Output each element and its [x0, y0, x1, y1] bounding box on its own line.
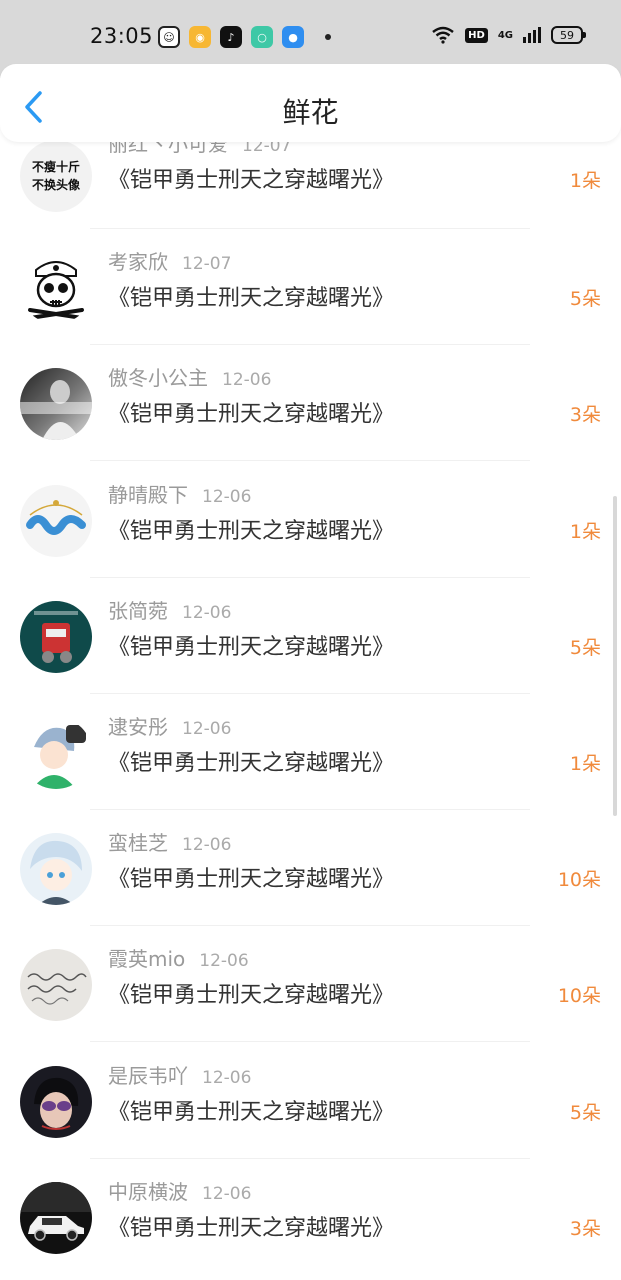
- app-blue-icon: ●: [282, 26, 304, 48]
- book-title: 《铠甲勇士刑天之穿越曙光》: [108, 1215, 395, 1241]
- date: 12-06: [202, 1067, 252, 1088]
- status-indicators: HD 4G 59: [431, 26, 586, 44]
- flower-count: 10朵: [557, 869, 601, 892]
- user-name: 是辰韦吖: [108, 1063, 188, 1088]
- avatar[interactable]: [20, 1181, 92, 1254]
- book-title: 《铠甲勇士刑天之穿越曙光》: [108, 168, 395, 193]
- list-item[interactable]: 蛮桂芝 12-06 《铠甲勇士刑天之穿越曙光》 10朵: [0, 811, 621, 927]
- tiktok-icon: ♪: [220, 26, 242, 48]
- book-title: 《铠甲勇士刑天之穿越曙光》: [108, 750, 395, 776]
- divider: [90, 925, 530, 927]
- flower-count: 3朵: [569, 1217, 601, 1240]
- divider: [90, 808, 530, 810]
- divider: [90, 692, 530, 694]
- anime-boy-avatar-icon: [32, 724, 86, 789]
- status-app-icons: ☺ ◉ ♪ ○ ●: [158, 26, 331, 48]
- flower-count: 1朵: [569, 520, 601, 543]
- list-item[interactable]: 逮安彤 12-06 《铠甲勇士刑天之穿越曙光》 1朵: [0, 695, 621, 811]
- divider: [90, 460, 530, 462]
- car-avatar-icon: [20, 1181, 92, 1241]
- navigation-header: 鲜花: [0, 64, 621, 142]
- weibo-icon: ◉: [189, 26, 211, 48]
- user-name: 考家欣: [108, 250, 168, 275]
- avatar[interactable]: [20, 252, 92, 325]
- flower-count: 1朵: [569, 752, 601, 775]
- game-character-avatar-icon: [34, 610, 78, 663]
- avatar[interactable]: [20, 600, 92, 673]
- status-time: 23:05: [90, 24, 154, 48]
- avatar-text: 不瘦十斤 不换头像: [31, 160, 80, 192]
- book-title: 《铠甲勇士刑天之穿越曙光》: [108, 983, 395, 1009]
- signal-icon: [523, 27, 541, 43]
- divider: [90, 576, 530, 578]
- date: 12-06: [202, 486, 252, 507]
- girl-photo-avatar-icon: [20, 380, 92, 441]
- flower-count: 5朵: [569, 288, 601, 311]
- user-name: 中原横波: [108, 1179, 188, 1204]
- divider: [90, 1041, 530, 1043]
- avatar[interactable]: [20, 833, 92, 906]
- book-title: 《铠甲勇士刑天之穿越曙光》: [108, 867, 395, 893]
- user-name: 霞英mio: [108, 947, 186, 972]
- list-item[interactable]: 张简菀 12-06 《铠甲勇士刑天之穿越曙光》 5朵: [0, 579, 621, 695]
- handwriting-avatar-icon: [27, 973, 87, 1005]
- user-name: 蛮桂芝: [108, 831, 168, 856]
- avatar[interactable]: [20, 716, 92, 789]
- avatar[interactable]: [20, 484, 92, 557]
- skull-sailor-avatar-icon: [28, 261, 84, 321]
- list-item[interactable]: 静晴殿下 12-06 《铠甲勇士刑天之穿越曙光》 1朵: [0, 463, 621, 579]
- list-item[interactable]: 傲冬小公主 12-06 《铠甲勇士刑天之穿越曙光》 3朵: [0, 346, 621, 462]
- flower-count: 3朵: [569, 404, 601, 427]
- avatar[interactable]: [20, 1065, 92, 1138]
- user-name: 逮安彤: [108, 714, 168, 739]
- date: 12-06: [182, 835, 232, 856]
- app-circle-icon: ○: [251, 26, 273, 48]
- divider: [90, 228, 530, 229]
- more-notifications-icon: [325, 34, 331, 40]
- flower-count: 5朵: [569, 636, 601, 659]
- bracelet-avatar-icon: [26, 499, 86, 535]
- date: 12-07: [182, 254, 232, 275]
- user-name: 张简菀: [108, 598, 168, 623]
- anime-silver-hair-avatar-icon: [30, 841, 82, 906]
- book-title: 《铠甲勇士刑天之穿越曙光》: [108, 402, 395, 428]
- date: 12-06: [182, 602, 232, 623]
- book-title: 《铠甲勇士刑天之穿越曙光》: [108, 286, 395, 312]
- divider: [90, 1157, 530, 1159]
- flower-list: 不瘦十斤 不换头像 丽红丶小可爱 12-07 《铠甲勇士刑天之穿越曙光》 1朵 考…: [0, 132, 621, 1276]
- flower-count: 10朵: [557, 985, 601, 1008]
- date: 12-06: [222, 370, 272, 391]
- avatar[interactable]: [20, 368, 92, 441]
- book-title: 《铠甲勇士刑天之穿越曙光》: [108, 518, 395, 544]
- date: 12-06: [199, 951, 249, 972]
- flower-count: 5朵: [569, 1101, 601, 1124]
- list-item[interactable]: 中原横波 12-06 《铠甲勇士刑天之穿越曙光》 3朵: [0, 1160, 621, 1276]
- wifi-icon: [432, 26, 454, 44]
- person-sunglasses-avatar-icon: [34, 1077, 79, 1130]
- divider: [90, 344, 530, 346]
- network-type: 4G: [497, 29, 513, 41]
- page-title: 鲜花: [282, 96, 339, 129]
- book-title: 《铠甲勇士刑天之穿越曙光》: [108, 1099, 395, 1125]
- battery-icon: 59: [551, 26, 586, 44]
- list-item[interactable]: 霞英mio 12-06 《铠甲勇士刑天之穿越曙光》 10朵: [0, 927, 621, 1043]
- bilibili-icon: ☺: [158, 26, 180, 48]
- hd-badge: HD: [465, 27, 488, 43]
- user-name: 静晴殿下: [108, 482, 188, 507]
- flower-count: 1朵: [569, 170, 601, 192]
- scrollbar[interactable]: [613, 496, 617, 816]
- list-item[interactable]: 考家欣 12-07 《铠甲勇士刑天之穿越曙光》 5朵: [0, 230, 621, 346]
- avatar[interactable]: [20, 949, 92, 1022]
- user-name: 傲冬小公主: [108, 366, 208, 391]
- date: 12-06: [202, 1183, 252, 1204]
- book-title: 《铠甲勇士刑天之穿越曙光》: [108, 634, 395, 660]
- avatar[interactable]: 不瘦十斤 不换头像: [20, 140, 92, 212]
- list-item[interactable]: 是辰韦吖 12-06 《铠甲勇士刑天之穿越曙光》 5朵: [0, 1044, 621, 1160]
- date: 12-06: [182, 718, 232, 739]
